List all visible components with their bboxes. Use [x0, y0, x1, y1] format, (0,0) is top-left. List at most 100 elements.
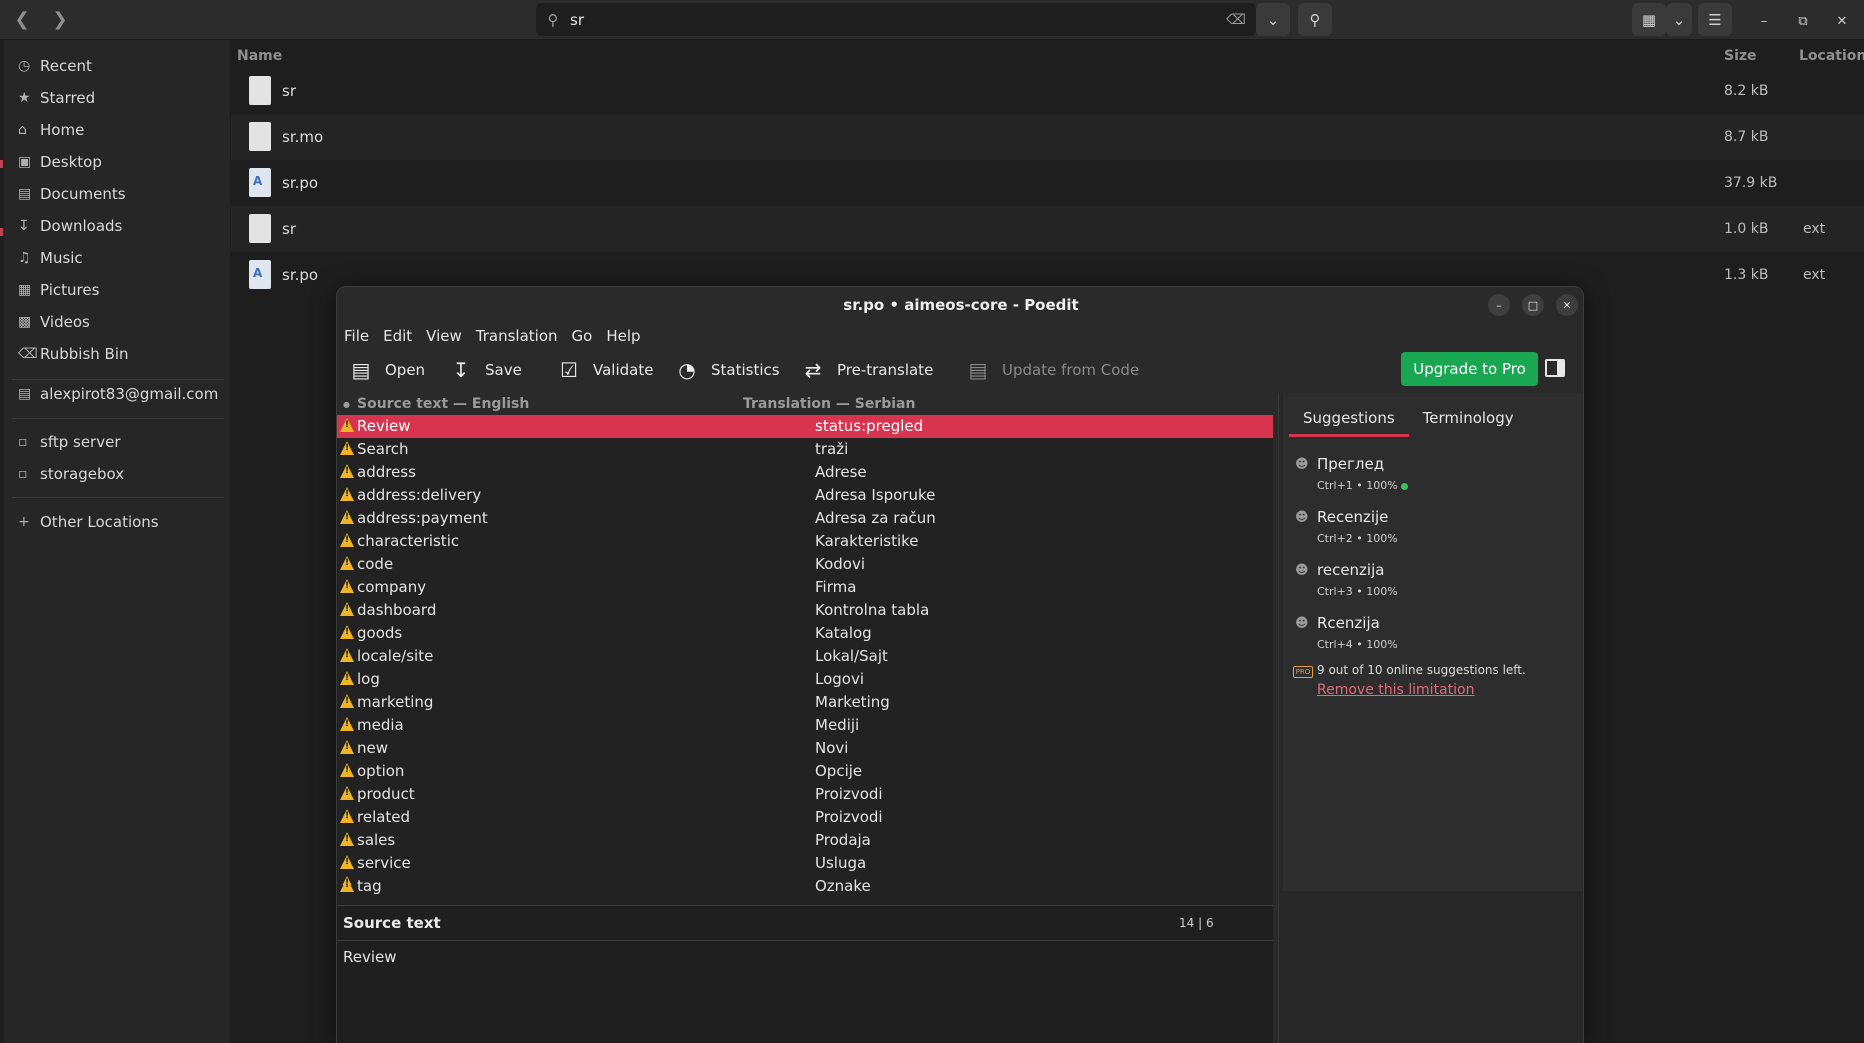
sidebar-item-rubbish-bin[interactable]: ⌫ Rubbish Bin	[18, 338, 129, 370]
list-item[interactable]: code Kodovi	[337, 553, 1273, 576]
list-item[interactable]: address:payment Adresa za račun	[337, 507, 1273, 530]
maximize-button[interactable]: ⧉	[1792, 10, 1814, 32]
list-item[interactable]: locale/site Lokal/Sajt	[337, 645, 1273, 668]
search-button[interactable]: ⚲	[1298, 3, 1332, 36]
list-item[interactable]: log Logovi	[337, 668, 1273, 691]
entry-source: sales	[357, 831, 396, 849]
file-row[interactable]: sr.po 37.9 kB	[231, 160, 1864, 206]
list-item[interactable]: characteristic Karakteristike	[337, 530, 1273, 553]
list-item[interactable]: sales Prodaja	[337, 829, 1273, 852]
save-button[interactable]: ↧ Save	[447, 353, 522, 387]
column-header-location[interactable]: Location	[1799, 48, 1864, 64]
file-icon	[249, 122, 271, 151]
sidebar-item-starred[interactable]: ★ Starred	[18, 82, 95, 114]
sidebar-item-other-locations[interactable]: + Other Locations	[18, 506, 159, 538]
back-button[interactable]: ❮	[4, 4, 40, 34]
menu-help[interactable]: Help	[599, 323, 647, 349]
list-item[interactable]: option Opcije	[337, 760, 1273, 783]
side-tabs: Suggestions Terminology	[1289, 403, 1528, 437]
documents-icon: ▤	[18, 186, 32, 202]
upgrade-to-pro-button[interactable]: Upgrade to Pro	[1401, 352, 1538, 386]
statistics-button[interactable]: ◔ Statistics	[673, 353, 779, 387]
source-text-value: Review	[343, 948, 397, 966]
sidebar-item-account[interactable]: ▤ alexpirot83@gmail.com	[18, 378, 218, 410]
remove-limitation-link[interactable]: Remove this limitation	[1317, 682, 1474, 698]
sidebar-item-sftp-server[interactable]: ▫ sftp server	[18, 426, 121, 458]
main-menu-button[interactable]: ☰	[1698, 3, 1732, 36]
sidebar-item-documents[interactable]: ▤ Documents	[18, 178, 126, 210]
divider	[337, 940, 1273, 941]
column-header-size[interactable]: Size	[1724, 48, 1757, 64]
list-item[interactable]: related Proizvodi	[337, 806, 1273, 829]
sidebar-item-storagebox[interactable]: ▫ storagebox	[18, 458, 124, 490]
list-item[interactable]: product Proizvodi	[337, 783, 1273, 806]
list-item[interactable]: Search traži	[337, 438, 1273, 461]
list-item[interactable]: media Mediji	[337, 714, 1273, 737]
online-account-icon: ▤	[18, 386, 32, 402]
view-options-button[interactable]: ⌄	[1666, 3, 1692, 36]
close-button[interactable]: ✕	[1831, 10, 1853, 32]
menu-translation[interactable]: Translation	[469, 323, 565, 349]
entry-translation: Opcije	[815, 762, 863, 780]
file-row[interactable]: sr 8.2 kB	[231, 68, 1864, 114]
column-header-name[interactable]: Name	[237, 48, 282, 64]
forward-button[interactable]: ❯	[42, 4, 78, 34]
list-item[interactable]: service Usluga	[337, 852, 1273, 875]
warning-icon	[340, 579, 354, 593]
sidebar-item-videos[interactable]: ▩ Videos	[18, 306, 90, 338]
list-item[interactable]: marketing Marketing	[337, 691, 1273, 714]
poedit-maximize-button[interactable]: □	[1522, 294, 1544, 316]
menu-edit[interactable]: Edit	[376, 323, 419, 349]
column-source-header[interactable]: Source text — English	[357, 396, 529, 412]
file-row[interactable]: sr 1.0 kB ext	[231, 206, 1864, 252]
warning-icon	[340, 556, 354, 570]
tab-suggestions[interactable]: Suggestions	[1289, 403, 1409, 437]
sidebar-item-home[interactable]: ⌂ Home	[18, 114, 84, 146]
list-item[interactable]: company Firma	[337, 576, 1273, 599]
search-options-button[interactable]: ⌄	[1256, 3, 1290, 36]
menu-bar: File Edit View Translation Go Help	[337, 323, 648, 349]
sidebar-item-downloads[interactable]: ↧ Downloads	[18, 210, 122, 242]
toolbar: ▤ Open ↧ Save ☑ Validate ◔ Statistics ⇄ Pre-t…	[337, 349, 1583, 393]
list-item-selected[interactable]: Review status:pregled	[337, 415, 1273, 438]
clear-search-icon[interactable]: ⌫	[1216, 12, 1256, 28]
sidebar-item-music[interactable]: ♫ Music	[18, 242, 83, 274]
list-item[interactable]: address Adrese	[337, 461, 1273, 484]
list-item[interactable]: address:delivery Adresa Isporuke	[337, 484, 1273, 507]
file-row[interactable]: sr.mo 8.7 kB	[231, 114, 1864, 160]
grid-view-button[interactable]: ▦	[1632, 3, 1666, 36]
entry-translation: Kodovi	[815, 555, 866, 573]
desktop-icon: ▣	[18, 154, 32, 170]
entry-translation: Marketing	[815, 693, 890, 711]
search-icon: ⚲	[1309, 10, 1321, 29]
pretranslate-button[interactable]: ⇄ Pre-translate	[799, 353, 934, 387]
search-input[interactable]: sr	[570, 11, 1216, 29]
validate-button[interactable]: ☑ Validate	[555, 353, 653, 387]
suggestions-limit-text: 9 out of 10 online suggestions left.	[1317, 663, 1526, 677]
update-from-code-button[interactable]: ▤ Update from Code	[964, 353, 1140, 387]
sidebar-item-pictures[interactable]: ▦ Pictures	[18, 274, 99, 306]
menu-go[interactable]: Go	[565, 323, 600, 349]
search-field[interactable]: ⚲ sr ⌫	[536, 3, 1256, 36]
suggestions-container: Suggestions Terminology ☻ Преглед Ctrl+1…	[1283, 393, 1583, 891]
tab-terminology[interactable]: Terminology	[1409, 403, 1528, 437]
open-button[interactable]: ▤ Open	[347, 353, 426, 387]
list-item-partial[interactable]	[337, 873, 1273, 885]
sidebar-item-desktop[interactable]: ▣ Desktop	[18, 146, 102, 178]
warning-icon	[340, 464, 354, 478]
list-item[interactable]: goods Katalog	[337, 622, 1273, 645]
warning-icon	[340, 809, 354, 823]
list-item[interactable]: new Novi	[337, 737, 1273, 760]
menu-file[interactable]: File	[337, 323, 376, 349]
column-translation-header[interactable]: Translation — Serbian	[743, 396, 915, 412]
sidebar-item-recent[interactable]: ◷ Recent	[18, 50, 92, 82]
poedit-close-button[interactable]: ✕	[1556, 294, 1578, 316]
warning-icon	[340, 876, 354, 885]
network-folder-icon: ▫	[18, 466, 28, 482]
list-item[interactable]: dashboard Kontrolna tabla	[337, 599, 1273, 622]
minimize-button[interactable]: –	[1753, 10, 1775, 32]
menu-view[interactable]: View	[419, 323, 469, 349]
poedit-minimize-button[interactable]: –	[1488, 294, 1510, 316]
entry-translation: Firma	[815, 578, 857, 596]
sidebar-toggle-icon[interactable]	[1545, 359, 1565, 377]
